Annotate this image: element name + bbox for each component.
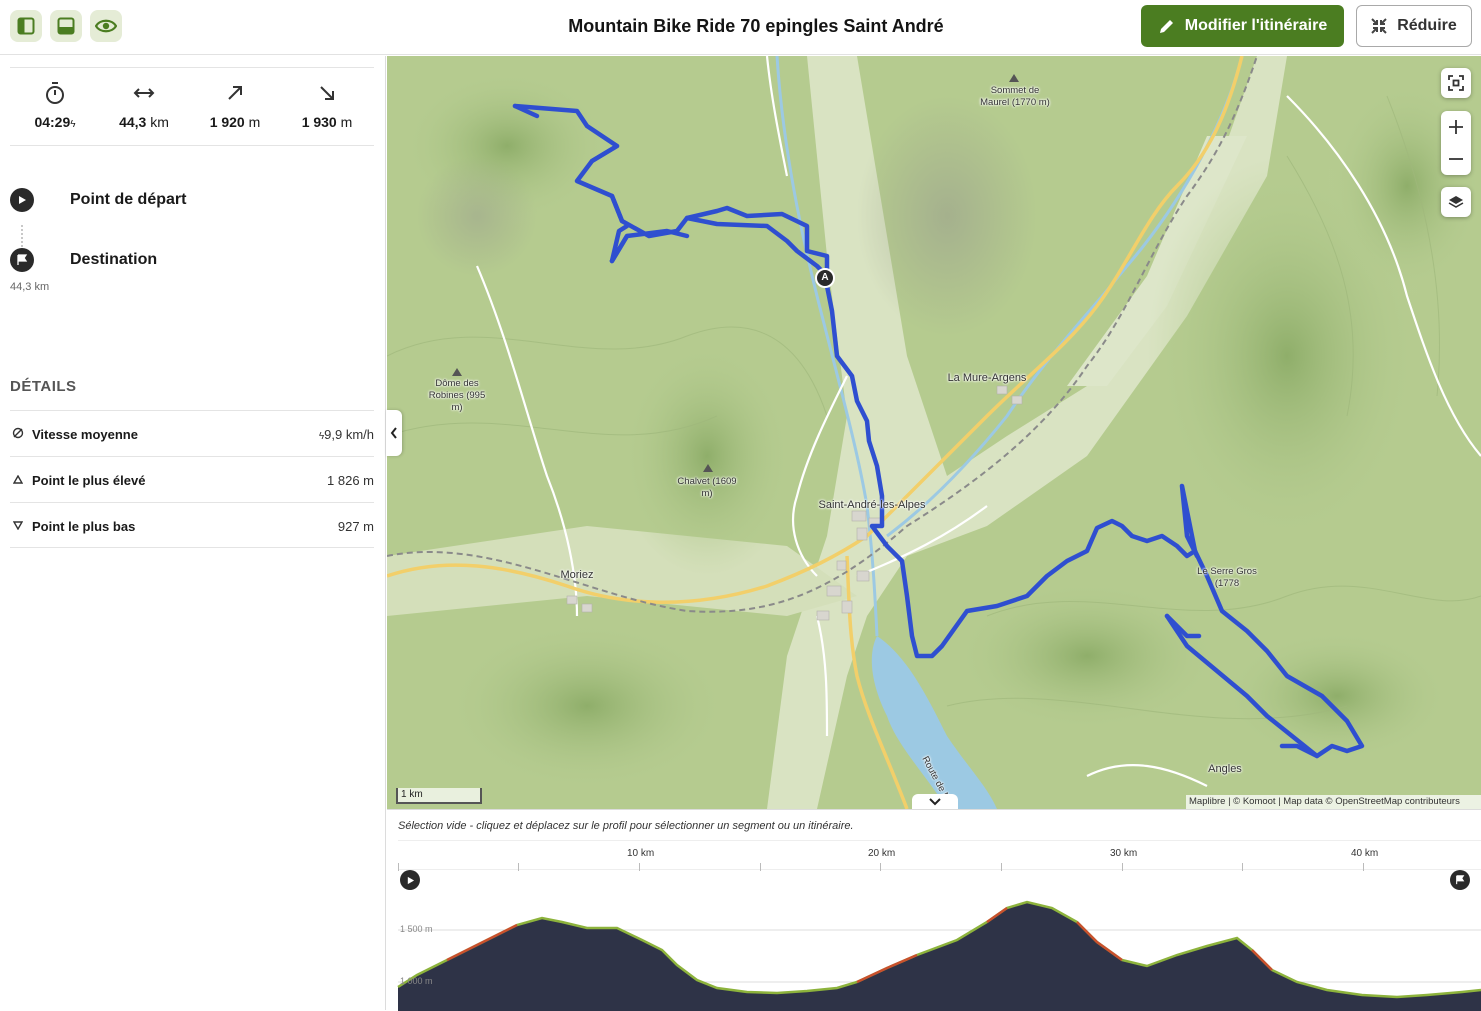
divider — [10, 67, 374, 68]
speed-slash-icon — [12, 427, 24, 439]
stopwatch-icon — [46, 82, 64, 104]
layers-control[interactable] — [1441, 187, 1471, 217]
toggle-sidebar-button[interactable] — [10, 10, 42, 42]
detail-row-lowest: Point le plus bas 927 m — [10, 502, 374, 548]
elevation-tick-label: 1 000 m — [400, 976, 433, 986]
elevation-tick-label: 1 500 m — [400, 924, 433, 934]
detail-value: 927 m — [337, 519, 374, 534]
map-label-town: Saint-André-les-Alpes — [818, 499, 926, 511]
reduce-label: Réduire — [1397, 17, 1457, 34]
map-canvas[interactable]: Sommet de Maurel (1770 m) La Mure-Argens… — [387, 56, 1481, 809]
map-label-town: Angles — [1208, 763, 1242, 775]
detail-label: Point le plus élevé — [32, 473, 146, 488]
details-heading: DÉTAILS — [10, 378, 77, 395]
preview-button[interactable] — [90, 10, 122, 42]
stat-descent: 1 930 m — [282, 78, 372, 130]
detail-row-highest: Point le plus élevé 1 826 m — [10, 456, 374, 502]
distance-value: 44,3 — [119, 114, 147, 130]
stat-ascent: 1 920 m — [190, 78, 280, 130]
top-bar: Mountain Bike Ride 70 epingles Saint And… — [0, 0, 1481, 55]
start-marker-letter: A — [821, 272, 829, 283]
eye-icon — [95, 19, 117, 33]
duration-value: 04:29 — [34, 114, 71, 130]
bottom-panel-layout-icon — [57, 17, 75, 35]
edit-route-label: Modifier l'itinéraire — [1184, 17, 1328, 34]
detail-row-speed: Vitesse moyenne ϟ9,9 km/h — [10, 410, 374, 456]
collapse-profile-button[interactable] — [912, 794, 958, 810]
reduce-button[interactable]: Réduire — [1356, 5, 1472, 47]
detail-value: 1 826 m — [327, 473, 374, 488]
triangle-up-icon — [12, 473, 24, 485]
flag-icon — [10, 248, 34, 272]
map-label-peak: Sommet de Maurel (1770 m) — [980, 85, 1050, 108]
fullscreen-control[interactable] — [1441, 68, 1471, 98]
ascent-value: 1 920 — [209, 114, 245, 130]
descent-unit: m — [340, 114, 353, 130]
waypoint-start-label: Point de départ — [70, 191, 187, 208]
map-attribution[interactable]: Maplibre | © Komoot | Map data © OpenStr… — [1186, 795, 1481, 809]
edit-route-button[interactable]: Modifier l'itinéraire — [1141, 5, 1344, 47]
play-icon — [10, 188, 34, 212]
stat-distance: 44,3 km — [99, 78, 189, 130]
map-scale: 1 km — [396, 788, 482, 804]
map-label-peak: Chalvet (1609 m) — [677, 476, 737, 499]
chevron-left-icon — [390, 427, 397, 439]
collapse-sidebar-tab[interactable] — [386, 410, 402, 456]
sidebar: 04:29ϟ 44,3 km 1 920 m 1 930 m Point de … — [0, 56, 386, 1010]
chevron-down-icon — [929, 798, 941, 806]
zoom-in-button[interactable] — [1441, 111, 1471, 143]
pencil-icon — [1159, 20, 1173, 33]
elevation-chart — [397, 900, 1481, 1011]
distance-arrows-icon — [133, 88, 155, 98]
toggle-profile-button[interactable] — [50, 10, 82, 42]
collapse-arrows-icon — [1371, 18, 1387, 34]
tour-stats: 04:29ϟ 44,3 km 1 920 m 1 930 m — [10, 78, 374, 146]
divider — [10, 145, 374, 146]
waypoint-destination[interactable]: Destination — [10, 248, 374, 274]
descent-value: 1 930 — [301, 114, 337, 130]
plus-icon — [1449, 120, 1463, 134]
map-label-peak: Le Serre Gros (1778 — [1197, 566, 1257, 589]
elevation-profile[interactable]: Sélection vide - cliquez et déplacez sur… — [387, 809, 1481, 1011]
detail-label: Vitesse moyenne — [32, 427, 138, 442]
map-label-town: La Mure-Argens — [947, 372, 1027, 384]
page-title: Mountain Bike Ride 70 epingles Saint And… — [568, 16, 944, 36]
distance-unit: km — [150, 114, 169, 130]
layers-icon[interactable] — [1441, 187, 1471, 217]
detail-value: ϟ9,9 km/h — [318, 427, 374, 442]
waypoint-start[interactable]: Point de départ — [10, 188, 374, 214]
map-label-town: Moriez — [560, 569, 594, 581]
stat-duration: 04:29ϟ — [10, 78, 100, 130]
minus-icon — [1449, 158, 1463, 160]
zoom-control — [1441, 111, 1471, 175]
ascent-unit: m — [248, 114, 261, 130]
ascent-arrow-icon — [228, 86, 242, 100]
triangle-down-icon — [12, 519, 24, 531]
detail-label: Point le plus bas — [32, 519, 136, 534]
zoom-out-button[interactable] — [1441, 143, 1471, 175]
map-label-peak: Dôme des Robines (995 m) — [428, 378, 486, 413]
fullscreen-icon[interactable] — [1441, 68, 1471, 98]
lightning-icon: ϟ — [70, 119, 76, 130]
map-terrain — [387, 56, 1481, 809]
waypoint-destination-label: Destination — [70, 251, 158, 268]
sidebar-layout-icon — [17, 17, 35, 35]
descent-arrow-icon — [320, 86, 334, 100]
waypoint-connector — [21, 225, 23, 247]
waypoint-distance: 44,3 km — [10, 281, 50, 293]
